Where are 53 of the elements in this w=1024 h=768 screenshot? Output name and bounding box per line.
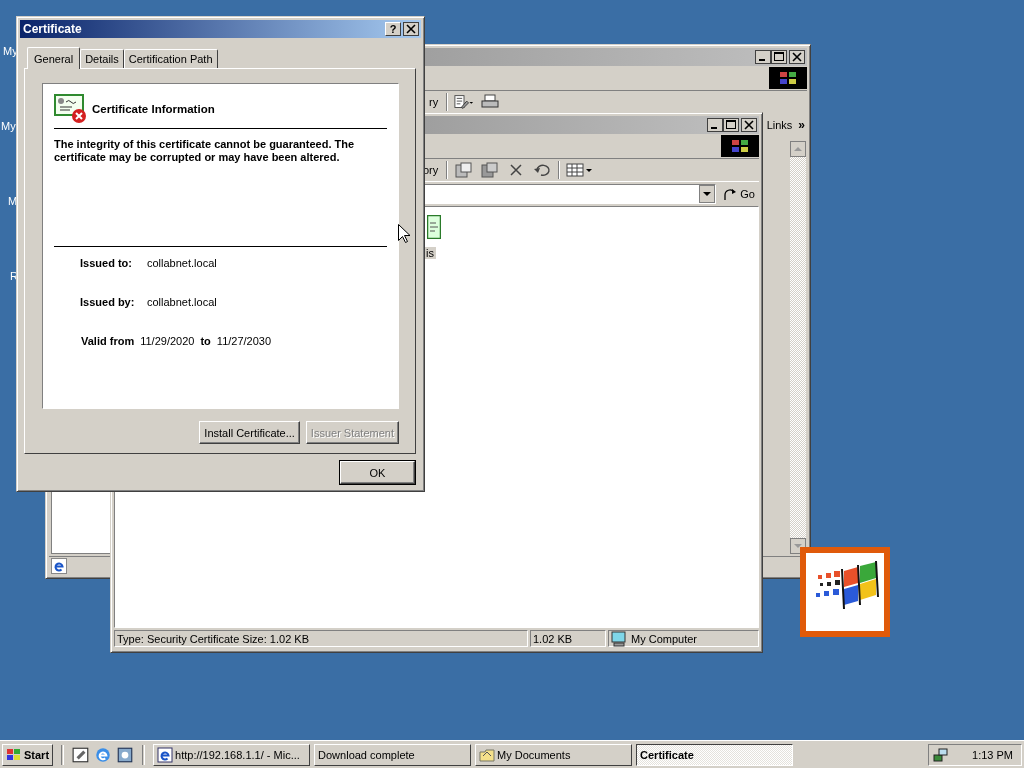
tab[interactable]: General: [27, 47, 81, 69]
folder-icon: [479, 746, 496, 763]
certificate-file-icon[interactable]: [427, 215, 441, 239]
desktop-icon[interactable]: [72, 745, 91, 764]
views-icon[interactable]: [566, 162, 593, 178]
browser-icon: [157, 746, 174, 763]
scroll-up-icon[interactable]: [790, 141, 806, 157]
clock: 1:13 PM: [972, 748, 1013, 761]
status-bar-text: 1.02 KB: [530, 630, 606, 647]
taskbar-button[interactable]: http://192.168.1.1/ - Mic...: [153, 743, 311, 766]
ok-button[interactable]: OK: [340, 461, 415, 484]
taskbar-button[interactable]: Download complete: [314, 743, 472, 766]
channels-icon[interactable]: [116, 745, 135, 764]
chevron-button[interactable]: »: [798, 118, 805, 132]
tab[interactable]: Details: [80, 49, 124, 68]
taskbar-button[interactable]: My Documents: [475, 743, 633, 766]
undo-icon[interactable]: [532, 162, 553, 178]
field-label: to: [200, 335, 211, 347]
desktop-icon-label[interactable]: My: [1, 120, 16, 132]
network-icon[interactable]: [933, 746, 949, 763]
windows-logo-icon: [721, 135, 759, 157]
dialog-button[interactable]: Install Certificate...: [199, 421, 300, 444]
certificate-error-icon: [54, 94, 88, 124]
toolbar-button-label[interactable]: ry: [429, 96, 439, 108]
windows-logo-icon: [6, 747, 22, 762]
field-value: collabnet.local: [147, 296, 217, 308]
move-to-icon[interactable]: [454, 162, 475, 178]
warning-message: The integrity of this certificate cannot be guaranteed. The certificate may be corrupted or may have been altered.: [54, 138, 356, 164]
status-bar-text: Type: Security Certificate Size: 1.02 KB: [114, 630, 528, 647]
field-label: Valid from: [81, 335, 135, 347]
scrollbar[interactable]: [790, 141, 806, 554]
copy-to-icon[interactable]: [480, 162, 501, 178]
start-button[interactable]: Start: [2, 743, 54, 766]
zone-label: My Computer: [631, 632, 698, 645]
go-button[interactable]: Go: [722, 186, 755, 202]
field-value: 11/29/2020: [140, 335, 195, 347]
window-title: Certificate: [23, 22, 82, 36]
section-heading: Certificate Information: [92, 103, 215, 115]
field-label: Issued to:: [80, 257, 133, 269]
tab[interactable]: Certification Path: [123, 49, 218, 68]
computer-icon: [611, 630, 627, 647]
address-field[interactable]: [423, 184, 717, 204]
edit-icon[interactable]: [454, 94, 475, 110]
field-value: 11/27/2030: [216, 335, 272, 347]
field-label: Issued by:: [80, 296, 136, 308]
printer-icon[interactable]: [480, 94, 501, 110]
close-icon[interactable]: [403, 22, 419, 36]
taskbar-button[interactable]: Certificate: [636, 743, 794, 766]
help-button[interactable]: ?: [385, 22, 401, 36]
windows-logo-icon: [769, 67, 807, 89]
desktop-icon-label[interactable]: M: [8, 195, 18, 207]
links-toolbar-label[interactable]: Links: [766, 119, 793, 131]
field-value: collabnet.local: [147, 257, 217, 269]
